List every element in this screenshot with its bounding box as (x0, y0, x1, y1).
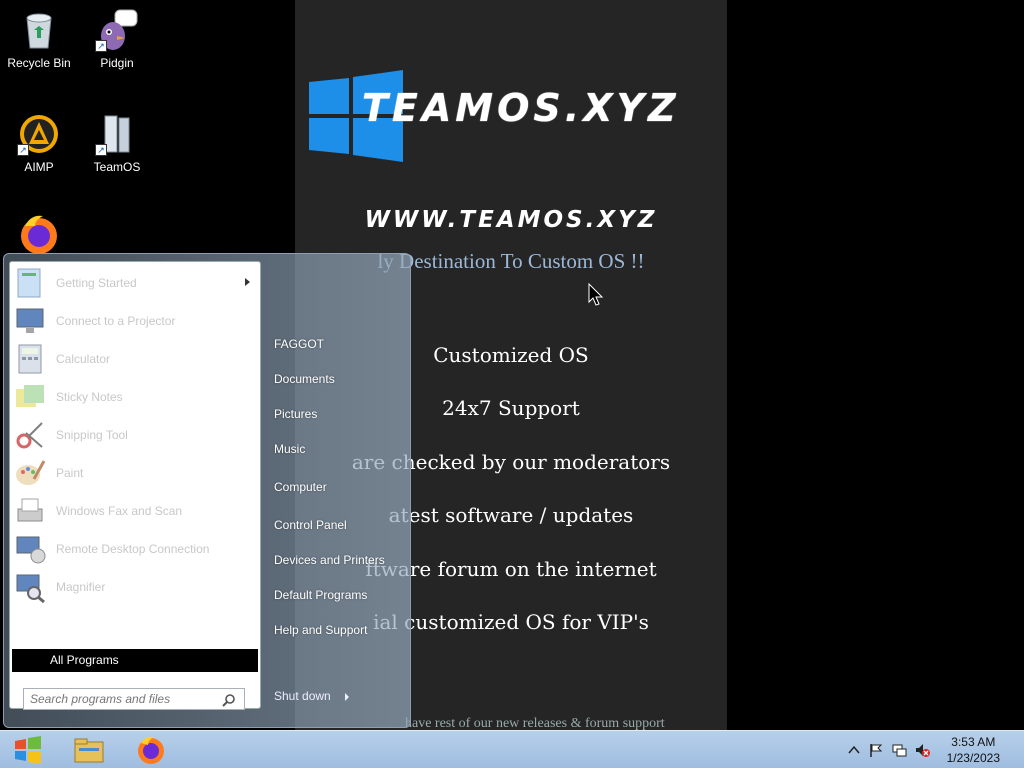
documents-link[interactable]: Documents (274, 372, 335, 386)
start-button-icon[interactable] (8, 733, 48, 767)
taskbar-explorer-button[interactable] (60, 732, 118, 768)
desktop-icon-teamos[interactable]: ↗ TeamOS (78, 112, 156, 174)
desktop-icon-label: Pidgin (100, 56, 134, 70)
search-icon[interactable] (222, 693, 236, 707)
desktop-icon-pidgin[interactable]: ↗ Pidgin (78, 8, 156, 70)
desktop-icon-recycle-bin[interactable]: Recycle Bin (0, 8, 78, 70)
volume-muted-icon[interactable] (914, 742, 930, 758)
shortcut-arrow-icon: ↗ (95, 144, 107, 156)
fax-scan-icon (17, 498, 43, 522)
program-snipping-tool[interactable]: Snipping Tool (10, 416, 260, 454)
all-programs-button[interactable]: All Programs (12, 649, 258, 672)
computer-link[interactable]: Computer (274, 480, 327, 494)
action-center-flag-icon[interactable] (868, 742, 884, 758)
calculator-icon (18, 344, 42, 374)
desktop-icon-label: Recycle Bin (7, 56, 71, 70)
program-label: Remote Desktop Connection (56, 542, 210, 556)
program-connect-projector[interactable]: Connect to a Projector (10, 302, 260, 340)
recycle-bin-icon (17, 8, 61, 52)
program-label: Paint (56, 466, 84, 480)
program-calculator[interactable]: Calculator (10, 340, 260, 378)
program-remote-desktop[interactable]: Remote Desktop Connection (10, 530, 260, 568)
desktop-icon-aimp[interactable]: ↗ AIMP (0, 112, 78, 174)
control-panel-link[interactable]: Control Panel (274, 518, 347, 532)
paint-icon (16, 460, 46, 485)
magnifier-icon (16, 574, 45, 603)
getting-started-icon (17, 268, 41, 298)
submenu-arrow-icon (245, 278, 250, 286)
shutdown-button[interactable]: Shut down (274, 689, 331, 703)
sticky-notes-icon (16, 385, 44, 407)
music-link[interactable]: Music (274, 442, 305, 456)
brand-text: TEAMOS.XYZ (362, 86, 680, 130)
help-support-link[interactable]: Help and Support (274, 623, 367, 637)
projector-icon (16, 308, 44, 333)
search-input[interactable] (30, 692, 220, 706)
taskbar: 3:53 AM 1/23/2023 (0, 730, 1024, 768)
program-getting-started[interactable]: Getting Started (10, 264, 260, 302)
snipping-tool-icon (16, 422, 43, 449)
program-label: Magnifier (56, 580, 106, 594)
program-sticky-notes[interactable]: Sticky Notes (10, 378, 260, 416)
user-folder-link[interactable]: FAGGOT (274, 337, 324, 351)
program-label: Snipping Tool (56, 428, 128, 442)
remote-desktop-icon (16, 536, 46, 564)
aimp-icon: ↗ (17, 112, 61, 156)
wallpaper-footer: have rest of our new releases & forum su… (405, 716, 665, 730)
program-paint[interactable]: Paint (10, 454, 260, 492)
taskbar-firefox-button[interactable] (122, 732, 180, 768)
clock-date: 1/23/2023 (946, 751, 1000, 765)
file-explorer-icon (74, 738, 104, 763)
program-magnifier[interactable]: Magnifier (10, 568, 260, 606)
clock-time: 3:53 AM (951, 735, 996, 749)
program-label: Calculator (56, 352, 111, 366)
program-label: Connect to a Projector (56, 314, 176, 328)
desktop-icon-label: TeamOS (93, 160, 141, 174)
teamos-logo: TEAMOS.XYZ (307, 68, 717, 164)
shutdown-options-arrow-icon[interactable] (345, 693, 349, 701)
shortcut-arrow-icon: ↗ (95, 40, 107, 52)
show-hidden-icons-icon[interactable] (846, 742, 862, 758)
program-fax-scan[interactable]: Windows Fax and Scan (10, 492, 260, 530)
shortcut-arrow-icon: ↗ (17, 144, 29, 156)
search-programs-box[interactable] (23, 688, 245, 710)
program-label: Sticky Notes (56, 390, 123, 404)
taskbar-clock[interactable]: 3:53 AM 1/23/2023 (947, 734, 1000, 766)
devices-printers-link[interactable]: Devices and Printers (274, 553, 385, 567)
program-label: Getting Started (56, 276, 137, 290)
pictures-link[interactable]: Pictures (274, 407, 317, 421)
firefox-icon (138, 736, 164, 764)
start-menu: Getting Started Connect to a Projector C… (3, 253, 411, 728)
firefox-icon (17, 212, 61, 256)
teamos-icon: ↗ (95, 112, 139, 156)
pidgin-icon: ↗ (95, 8, 139, 52)
program-label: Windows Fax and Scan (56, 504, 183, 518)
desktop-icon-label: AIMP (24, 160, 54, 174)
site-url: WWW.TEAMOS.XYZ (364, 207, 658, 233)
start-menu-programs-pane: Getting Started Connect to a Projector C… (9, 261, 261, 710)
mouse-pointer-icon (588, 283, 604, 306)
default-programs-link[interactable]: Default Programs (274, 588, 367, 602)
network-icon[interactable] (891, 742, 907, 758)
